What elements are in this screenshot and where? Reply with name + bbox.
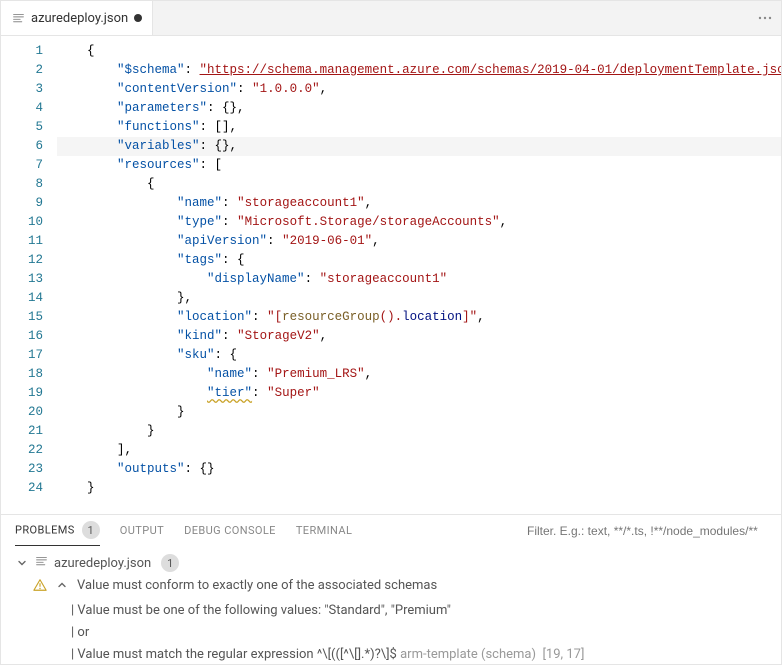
editor-tab[interactable]: azuredeploy.json <box>1 1 153 35</box>
code-line[interactable]: "$schema": "https://schema.management.az… <box>57 61 781 80</box>
line-number-gutter: 123456789101112131415161718192021222324 <box>1 36 57 514</box>
problem-detail-line: | Value must match the regular expressio… <box>71 644 767 666</box>
dirty-indicator-icon <box>134 14 142 22</box>
tab-debug-console[interactable]: DEBUG CONSOLE <box>184 524 276 537</box>
code-line[interactable]: ], <box>57 441 781 460</box>
code-line[interactable]: "type": "Microsoft.Storage/storageAccoun… <box>57 213 781 232</box>
tab-filename: azuredeploy.json <box>31 11 128 26</box>
code-line[interactable]: "sku": { <box>57 346 781 365</box>
code-line[interactable]: } <box>57 479 781 498</box>
tab-actions <box>749 1 781 35</box>
problem-message: Value must conform to exactly one of the… <box>77 578 437 593</box>
code-line[interactable]: "outputs": {} <box>57 460 781 479</box>
problems-count-badge: 1 <box>82 521 100 539</box>
tab-bar: azuredeploy.json <box>1 1 781 36</box>
file-problem-count-badge: 1 <box>161 554 179 572</box>
tab-output[interactable]: OUTPUT <box>120 524 164 537</box>
lines-icon <box>35 555 48 572</box>
problems-filter-input[interactable] <box>527 524 767 538</box>
code-line[interactable]: "functions": [], <box>57 118 781 137</box>
code-line[interactable]: "contentVersion": "1.0.0.0", <box>57 80 781 99</box>
code-line[interactable]: "tags": { <box>57 251 781 270</box>
code-line[interactable]: "name": "Premium_LRS", <box>57 365 781 384</box>
problem-item[interactable]: Value must conform to exactly one of the… <box>15 578 767 596</box>
chevron-up-icon[interactable] <box>55 578 69 592</box>
tab-problems[interactable]: PROBLEMS 1 <box>15 521 100 546</box>
code-line[interactable]: "location": "[resourceGroup().location]"… <box>57 308 781 327</box>
code-line[interactable]: "apiVersion": "2019-06-01", <box>57 232 781 251</box>
code-line[interactable]: }, <box>57 289 781 308</box>
code-line[interactable]: "resources": [ <box>57 156 781 175</box>
problem-file-name: azuredeploy.json <box>54 556 151 571</box>
problem-detail-line: | or <box>71 622 767 644</box>
tab-terminal[interactable]: TERMINAL <box>296 524 352 537</box>
more-icon[interactable] <box>757 10 773 26</box>
code-line[interactable]: "displayName": "storageaccount1" <box>57 270 781 289</box>
problem-file-row[interactable]: azuredeploy.json 1 <box>15 552 767 574</box>
warning-icon <box>33 578 47 596</box>
problem-detail-line: | Value must be one of the following val… <box>71 600 767 622</box>
chevron-down-icon[interactable] <box>15 556 29 570</box>
problem-detail-lines: | Value must be one of the following val… <box>15 600 767 666</box>
code-line[interactable]: "parameters": {}, <box>57 99 781 118</box>
problems-panel: azuredeploy.json 1 Value must conform to… <box>1 546 781 672</box>
code-editor[interactable]: 123456789101112131415161718192021222324 … <box>1 36 781 514</box>
code-line[interactable]: { <box>57 42 781 61</box>
code-line[interactable]: { <box>57 175 781 194</box>
code-line[interactable]: } <box>57 403 781 422</box>
code-line[interactable]: } <box>57 422 781 441</box>
code-line[interactable]: "variables": {}, <box>57 137 781 156</box>
lines-icon <box>11 11 25 25</box>
code-content[interactable]: { "$schema": "https://schema.management.… <box>57 36 781 514</box>
panel-tab-bar: PROBLEMS 1 OUTPUT DEBUG CONSOLE TERMINAL <box>1 514 781 546</box>
code-line[interactable]: "tier": "Super" <box>57 384 781 403</box>
code-line[interactable]: "name": "storageaccount1", <box>57 194 781 213</box>
code-line[interactable]: "kind": "StorageV2", <box>57 327 781 346</box>
